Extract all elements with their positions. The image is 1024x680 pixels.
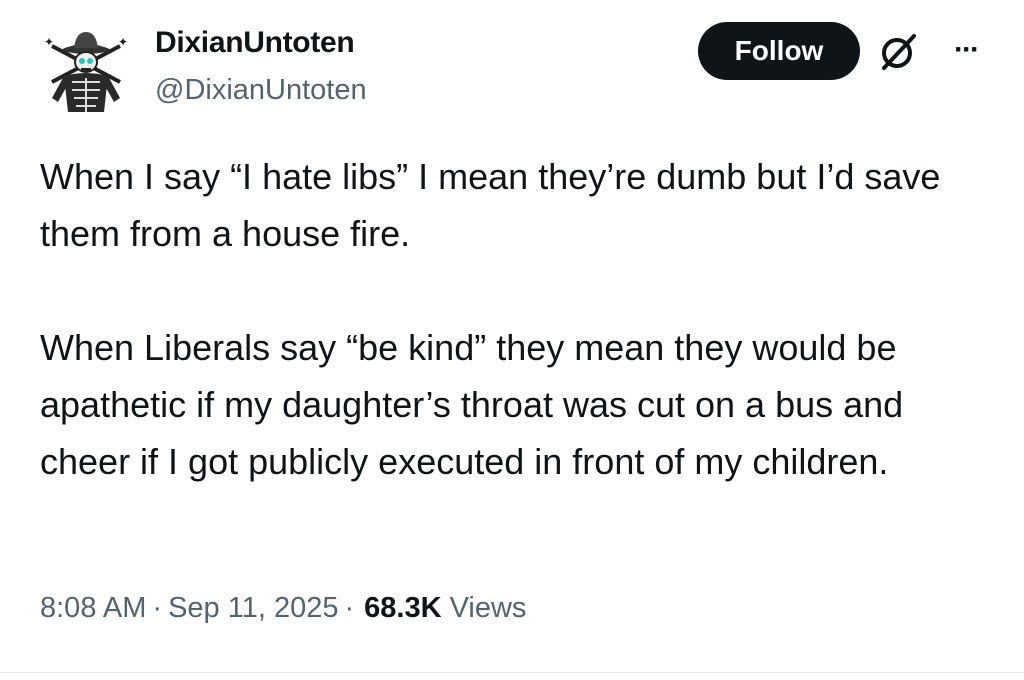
avatar[interactable]: ✦ ✦ bbox=[38, 24, 134, 120]
meta-separator: · bbox=[152, 592, 163, 624]
tweet-date[interactable]: Sep 11, 2025 bbox=[168, 592, 338, 624]
meta-separator: · bbox=[344, 592, 355, 624]
display-name[interactable]: DixianUntoten bbox=[155, 26, 355, 60]
more-options-icon[interactable]: ··· bbox=[942, 28, 990, 72]
grok-icon[interactable] bbox=[876, 30, 920, 74]
tweet-paragraph: When I say “I hate libs” I mean they’re … bbox=[40, 156, 941, 254]
follow-button[interactable]: Follow bbox=[698, 22, 860, 80]
tweet-text: When I say “I hate libs” I mean they’re … bbox=[40, 148, 990, 490]
svg-text:✦: ✦ bbox=[118, 35, 128, 49]
svg-text:✦: ✦ bbox=[44, 35, 54, 49]
cowboy-skeleton-avatar-icon: ✦ ✦ bbox=[44, 32, 128, 112]
views-count[interactable]: 68.3K bbox=[364, 592, 441, 624]
tweet-meta: 8:08 AM · Sep 11, 2025 · 68.3K Views bbox=[40, 592, 526, 625]
divider bbox=[0, 672, 1024, 673]
tweet-paragraph: When Liberals say “be kind” they mean th… bbox=[40, 327, 904, 482]
tweet-time[interactable]: 8:08 AM bbox=[40, 592, 146, 624]
user-handle[interactable]: @DixianUntoten bbox=[155, 74, 367, 107]
views-label: Views bbox=[449, 592, 527, 624]
tweet-header: ✦ ✦ DixianUntoten @DixianUntoten Follow bbox=[0, 0, 1024, 130]
